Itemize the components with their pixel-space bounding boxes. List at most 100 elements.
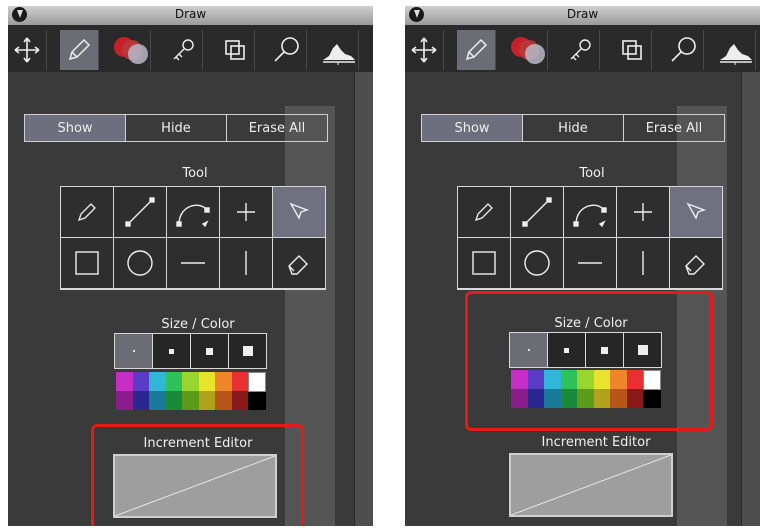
horizontal-line-tool[interactable] xyxy=(564,238,616,288)
dot-icon xyxy=(132,350,135,352)
color-swatch[interactable] xyxy=(133,372,149,391)
circle-icon xyxy=(127,250,153,276)
scrollbar-track[interactable] xyxy=(741,72,760,526)
layers-icon xyxy=(622,40,642,60)
color-swatch[interactable] xyxy=(248,372,266,392)
size-option-2[interactable] xyxy=(153,334,190,368)
pencil-icon xyxy=(465,38,488,61)
square-icon xyxy=(472,251,496,275)
vertical-line-tool[interactable] xyxy=(220,238,272,288)
layers-button[interactable] xyxy=(613,30,652,70)
move-tool-button[interactable] xyxy=(8,30,47,70)
select-tool[interactable] xyxy=(670,187,722,237)
highlight-box xyxy=(91,424,304,526)
color-swatch[interactable] xyxy=(248,392,266,410)
toolbar xyxy=(8,26,373,72)
horizontal-line-tool[interactable] xyxy=(167,238,219,288)
magnify-button[interactable] xyxy=(268,30,307,70)
palette-column xyxy=(166,372,182,410)
color-swatch[interactable] xyxy=(215,372,232,391)
cross-tool[interactable] xyxy=(617,187,669,237)
freehand-tool[interactable] xyxy=(458,187,510,237)
color-circles-icon xyxy=(511,37,545,64)
cross-tool[interactable] xyxy=(220,187,272,237)
move-tool-button[interactable] xyxy=(405,30,444,70)
color-swatch[interactable] xyxy=(166,391,182,410)
line-tool[interactable] xyxy=(114,187,166,237)
color-swatch[interactable] xyxy=(199,391,215,410)
rectangle-tool[interactable] xyxy=(61,238,113,288)
line-tool[interactable] xyxy=(511,187,563,237)
circle-icon xyxy=(524,250,550,276)
curve-tool[interactable] xyxy=(167,187,219,237)
show-button[interactable]: Show xyxy=(25,115,126,141)
vertical-line-icon xyxy=(642,251,644,275)
dot-icon xyxy=(206,347,213,355)
increment-editor[interactable] xyxy=(509,453,673,517)
eraser-icon xyxy=(288,255,308,275)
key-button[interactable] xyxy=(164,30,203,70)
line-icon xyxy=(522,197,552,227)
show-button[interactable]: Show xyxy=(422,115,523,141)
color-button[interactable] xyxy=(112,30,151,70)
arrow-cursor-icon xyxy=(289,202,310,220)
vertical-line-tool[interactable] xyxy=(617,238,669,288)
erase-all-button[interactable]: Erase All xyxy=(624,115,724,141)
color-swatch[interactable] xyxy=(166,372,182,391)
visibility-segmented-control: Show Hide Erase All xyxy=(24,114,328,142)
draw-tool-button[interactable] xyxy=(60,30,99,70)
histogram-button[interactable] xyxy=(717,30,756,70)
palette-column xyxy=(133,372,149,410)
palette-column xyxy=(199,372,215,410)
magnify-button[interactable] xyxy=(665,30,704,70)
increment-editor-label: Increment Editor xyxy=(541,435,651,450)
erase-all-button[interactable]: Erase All xyxy=(227,115,327,141)
size-option-4[interactable] xyxy=(229,334,266,368)
palette-column xyxy=(149,372,166,410)
color-swatch[interactable] xyxy=(149,391,166,410)
eraser-tool[interactable] xyxy=(273,238,325,288)
curve-tool[interactable] xyxy=(564,187,616,237)
ellipse-tool[interactable] xyxy=(114,238,166,288)
eraser-icon xyxy=(685,255,705,275)
rectangle-tool[interactable] xyxy=(458,238,510,288)
square-icon xyxy=(75,251,99,275)
color-swatch[interactable] xyxy=(232,391,248,410)
key-icon xyxy=(173,39,194,61)
color-swatch[interactable] xyxy=(199,372,215,391)
tool-label: Tool xyxy=(182,166,208,181)
select-tool[interactable] xyxy=(273,187,325,237)
hide-button[interactable]: Hide xyxy=(126,115,227,141)
key-button[interactable] xyxy=(561,30,600,70)
size-option-1[interactable] xyxy=(115,334,152,368)
color-swatch[interactable] xyxy=(149,372,166,391)
draw-tool-button[interactable] xyxy=(457,30,496,70)
plus-icon xyxy=(237,203,255,221)
scrollbar-track[interactable] xyxy=(354,72,373,526)
palette-column xyxy=(182,372,199,410)
increment-curve xyxy=(511,455,671,515)
layers-button[interactable] xyxy=(216,30,255,70)
color-swatch[interactable] xyxy=(232,372,248,391)
hide-button[interactable]: Hide xyxy=(523,115,624,141)
color-swatch[interactable] xyxy=(182,391,199,410)
horizontal-line-icon xyxy=(578,262,602,264)
curve-icon xyxy=(573,204,607,228)
palette-column xyxy=(248,372,266,410)
freehand-tool[interactable] xyxy=(61,187,113,237)
color-swatch[interactable] xyxy=(215,391,232,410)
size-option-3[interactable] xyxy=(191,334,228,368)
dot-icon xyxy=(242,346,253,356)
color-swatch[interactable] xyxy=(182,372,199,391)
color-button[interactable] xyxy=(509,30,548,70)
eraser-tool[interactable] xyxy=(670,238,722,288)
ellipse-tool[interactable] xyxy=(511,238,563,288)
color-swatch[interactable] xyxy=(116,372,133,391)
visibility-segmented-control: Show Hide Erase All xyxy=(421,114,725,142)
color-swatch[interactable] xyxy=(116,391,133,410)
magnify-icon xyxy=(274,37,299,62)
palette-column xyxy=(215,372,232,410)
color-swatch[interactable] xyxy=(133,391,149,410)
tool-grid xyxy=(60,186,326,290)
histogram-button[interactable] xyxy=(320,30,359,70)
